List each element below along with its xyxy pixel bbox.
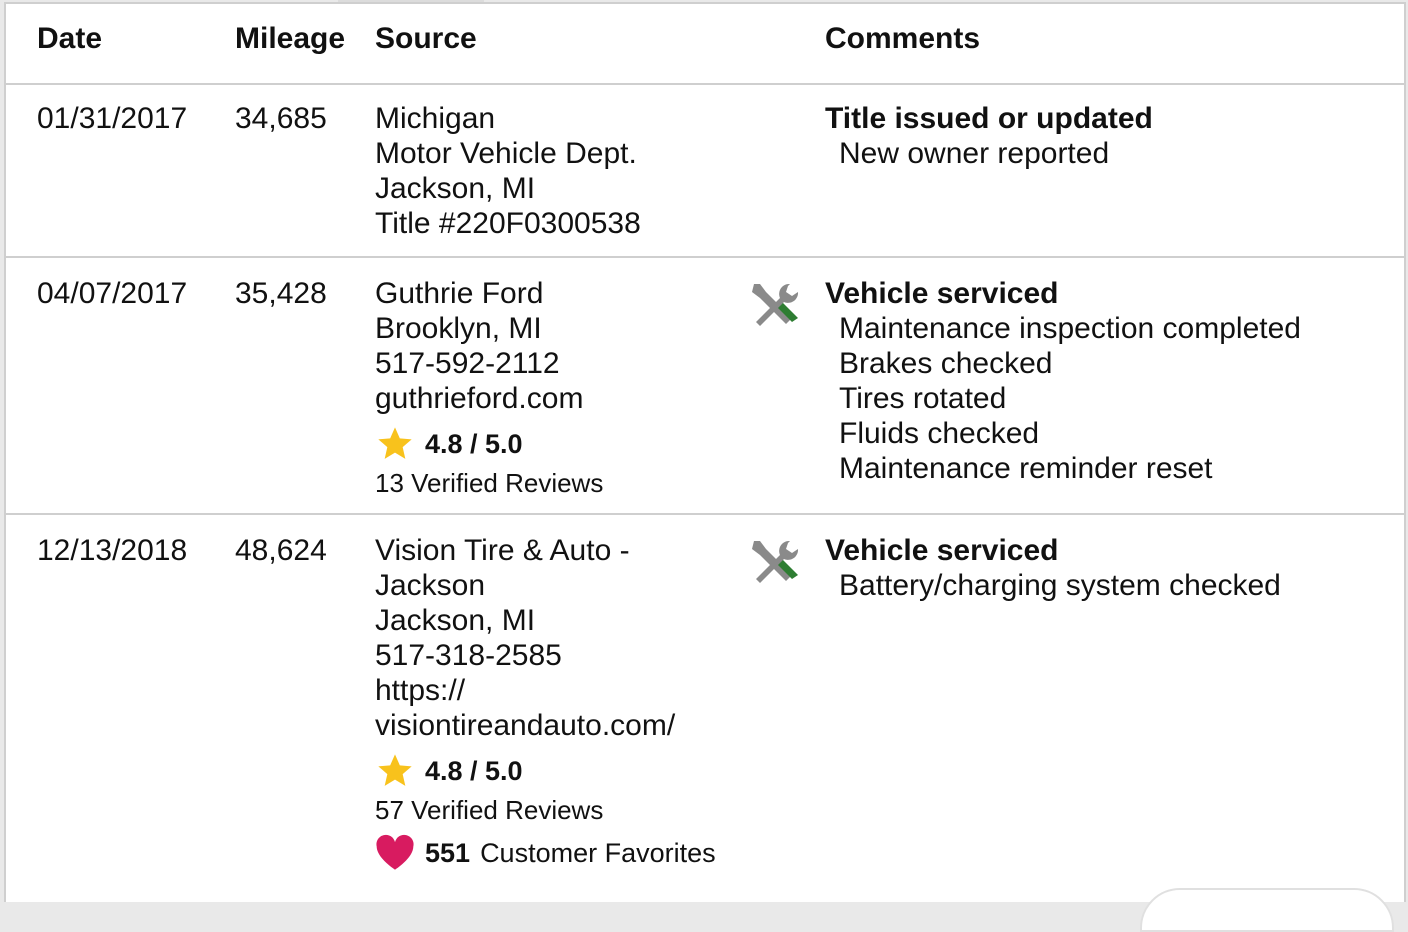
source-title-number: Title #220F0300538 (375, 207, 641, 240)
comment-item: Battery/charging system checked (839, 569, 1281, 602)
service-tools-icon (752, 540, 799, 583)
row-mileage: 48,624 (235, 534, 327, 567)
header-mileage: Mileage (235, 22, 346, 55)
vehicle-history-table: Date Mileage Source Comments 01/31/2017 … (4, 2, 1406, 932)
header-source: Source (375, 22, 477, 55)
service-tools-icon (752, 283, 799, 326)
row-comments: Vehicle serviced Battery/charging system… (825, 533, 1281, 603)
heart-icon (376, 834, 414, 870)
source-location: Jackson, MI (375, 172, 536, 205)
row-source: Michigan Motor Vehicle Dept. Jackson, MI… (375, 101, 641, 241)
table-row: 01/31/2017 34,685 Michigan Motor Vehicle… (6, 83, 1404, 258)
source-name: Michigan (375, 102, 496, 135)
dealer-rating[interactable]: 4.8 / 5.0 (375, 424, 603, 464)
star-icon (378, 427, 412, 459)
source-phone-link[interactable]: 517-592-2112 (375, 346, 603, 381)
floating-panel-edge (1140, 888, 1394, 932)
source-location: Jackson, MI (375, 604, 536, 637)
row-comments: Vehicle serviced Maintenance inspection … (825, 276, 1301, 486)
star-icon (378, 754, 412, 786)
rating-value: 4.8 / 5.0 (425, 428, 523, 459)
source-location: Brooklyn, MI (375, 312, 542, 345)
row-date: 12/13/2018 (37, 534, 188, 567)
rating-value: 4.8 / 5.0 (425, 755, 523, 786)
table-header: Date Mileage Source Comments (6, 4, 1404, 85)
source-name: Guthrie Ford (375, 277, 544, 310)
source-name: Vision Tire & Auto - (375, 534, 630, 567)
row-date: 01/31/2017 (37, 102, 188, 135)
row-source: Guthrie Ford Brooklyn, MI 517-592-2112 g… (375, 276, 603, 500)
row-source: Vision Tire & Auto - Jackson Jackson, MI… (375, 533, 716, 873)
table-row: 12/13/2018 48,624 Vision Tire & Auto - J… (6, 515, 1404, 895)
source-name-cont: Jackson (375, 569, 486, 602)
row-comments: Title issued or updated New owner report… (825, 101, 1153, 171)
row-mileage: 35,428 (235, 277, 327, 310)
row-date: 04/07/2017 (37, 277, 188, 310)
comment-item: Brakes checked (839, 347, 1053, 380)
comment-item: Maintenance reminder reset (839, 452, 1213, 485)
source-website-link[interactable]: guthrieford.com (375, 381, 603, 416)
verified-reviews-link[interactable]: 57 Verified Reviews (375, 793, 716, 827)
comment-item: Maintenance inspection completed (839, 312, 1301, 345)
header-comments: Comments (825, 22, 981, 55)
source-line: Motor Vehicle Dept. (375, 137, 637, 170)
verified-reviews-link[interactable]: 13 Verified Reviews (375, 466, 603, 500)
row-mileage: 34,685 (235, 102, 327, 135)
comment-item: Fluids checked (839, 417, 1040, 450)
source-website-link-cont[interactable]: visiontireandauto.com/ (375, 708, 716, 743)
table-row: 04/07/2017 35,428 Guthrie Ford Brooklyn,… (6, 258, 1404, 515)
comment-title: Vehicle serviced (825, 277, 1059, 310)
header-date: Date (37, 22, 103, 55)
favorites-count: 551 (425, 837, 471, 868)
comment-item: New owner reported (839, 137, 1110, 170)
favorites-label: Customer Favorites (480, 837, 716, 868)
source-phone-link[interactable]: 517-318-2585 (375, 638, 716, 673)
comment-item: Tires rotated (839, 382, 1007, 415)
comment-title: Vehicle serviced (825, 534, 1059, 567)
customer-favorites[interactable]: 551 Customer Favorites (375, 833, 716, 873)
dealer-rating[interactable]: 4.8 / 5.0 (375, 751, 716, 791)
comment-title: Title issued or updated (825, 102, 1153, 135)
source-website-link[interactable]: https:// (375, 673, 716, 708)
